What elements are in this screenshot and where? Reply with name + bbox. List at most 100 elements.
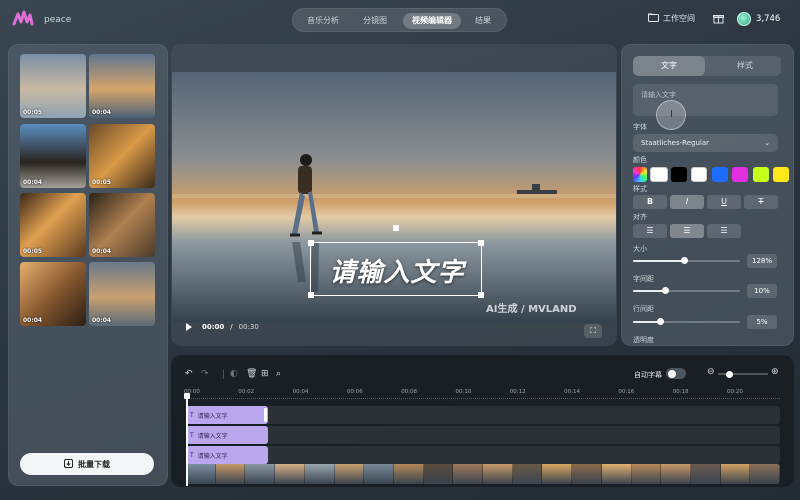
watermark: AI生成 / MVLAND	[486, 304, 577, 315]
rotate-handle[interactable]	[393, 225, 399, 231]
playhead-handle[interactable]	[184, 393, 190, 399]
clip-thumbnail[interactable]: 00:04	[89, 54, 155, 118]
batch-download-button[interactable]: 批量下载	[20, 453, 154, 475]
size-value[interactable]: 128%	[747, 254, 777, 268]
add-clip-icon[interactable]: ⊞	[261, 369, 269, 379]
tab-text[interactable]: 文字	[633, 56, 705, 76]
font-select[interactable]: Staatliches-Regular ⌄	[633, 134, 778, 152]
clip-thumbnail[interactable]: 00:04	[20, 262, 86, 326]
tab-storyboard[interactable]: 分镜图	[351, 13, 399, 29]
color-swatch[interactable]	[670, 167, 687, 182]
text-clip[interactable]: T 请输入文字	[186, 426, 268, 444]
app-name: peace	[44, 15, 72, 25]
resize-handle[interactable]	[308, 240, 314, 246]
color-swatch[interactable]	[752, 167, 769, 182]
zoom-out-icon[interactable]: ⊖	[707, 367, 715, 377]
align-right-button[interactable]: ☰	[707, 224, 741, 238]
clip-thumbnail[interactable]: 00:04	[89, 193, 155, 257]
fullscreen-icon[interactable]: ⛶	[584, 324, 602, 338]
color-picker-icon[interactable]	[633, 167, 647, 182]
tab-style[interactable]: 样式	[709, 56, 781, 76]
video-frame	[245, 464, 276, 484]
strikethrough-button[interactable]: T	[744, 195, 778, 209]
credits-display[interactable]: 3,746	[737, 12, 780, 26]
clip-trim-handle[interactable]	[264, 408, 267, 422]
timeline-tick: 00:16	[618, 389, 635, 395]
underline-button[interactable]: U	[707, 195, 741, 209]
clip-thumbnail[interactable]: 00:04	[89, 262, 155, 326]
size-slider[interactable]	[633, 257, 740, 264]
video-frame	[720, 464, 751, 484]
folder-icon	[648, 13, 659, 24]
app-logo-icon	[12, 10, 34, 30]
redo-icon[interactable]: ↷	[201, 369, 209, 379]
playhead[interactable]	[186, 396, 188, 486]
text-clip-icon: T	[190, 431, 194, 439]
align-left-button[interactable]: ☰	[633, 224, 667, 238]
video-frame	[542, 464, 573, 484]
main-nav: 音乐分析 分镜图 视频编辑器 结果	[292, 8, 507, 32]
bold-button[interactable]: B	[633, 195, 667, 209]
delete-icon[interactable]: 🗑	[246, 369, 257, 379]
text-cursor-icon: I	[670, 109, 673, 120]
text-overlay-box[interactable]: 请输入文字	[308, 225, 484, 298]
text-clip[interactable]: T 请输入文字	[186, 446, 268, 464]
undo-icon[interactable]: ↶	[185, 369, 193, 379]
resize-handle[interactable]	[478, 240, 484, 246]
video-preview[interactable]: 请输入文字 AI生成 / MVLAND	[172, 72, 616, 322]
text-clip[interactable]: T 请输入文字	[186, 406, 268, 424]
auto-caption-toggle[interactable]	[666, 368, 686, 379]
text-clip-label: 请输入文字	[197, 432, 228, 440]
play-icon[interactable]	[186, 323, 192, 331]
video-frame	[453, 464, 484, 484]
gift-icon[interactable]	[713, 13, 724, 27]
tab-result[interactable]: 结果	[463, 13, 503, 29]
tab-video-editor[interactable]: 视频编辑器	[403, 13, 461, 29]
clip-thumbnail[interactable]: 00:04	[20, 124, 86, 188]
color-swatch[interactable]	[691, 167, 707, 182]
coin-icon	[737, 12, 751, 26]
workspace-button[interactable]: 工作空间	[648, 13, 695, 24]
style-label: 样式	[633, 185, 647, 193]
clip-thumbnail[interactable]: 00:05	[20, 54, 86, 118]
clip-thumbnail[interactable]: 00:05	[20, 193, 86, 257]
zoom-in-icon[interactable]: ⊕	[771, 367, 779, 377]
color-swatch[interactable]	[650, 167, 668, 182]
font-value: Staatliches-Regular	[641, 139, 710, 147]
search-icon[interactable]: ⌕	[276, 369, 281, 379]
thumbnail-duration: 00:05	[23, 248, 43, 255]
resize-handle[interactable]	[478, 292, 484, 298]
size-label: 大小	[633, 245, 647, 253]
split-icon[interactable]: ◐	[230, 369, 238, 379]
video-track-filmstrip[interactable]	[186, 464, 780, 484]
color-swatch[interactable]	[732, 167, 748, 182]
align-center-button[interactable]: ☰	[670, 224, 704, 238]
color-swatch[interactable]	[711, 167, 728, 182]
line-spacing-label: 行间距	[633, 305, 654, 313]
workspace-label: 工作空间	[663, 14, 695, 23]
color-swatch[interactable]	[773, 167, 789, 182]
resize-handle[interactable]	[308, 292, 314, 298]
video-frame	[572, 464, 602, 484]
toolbar-divider	[223, 370, 224, 379]
video-frame	[393, 464, 424, 484]
thumbnail-duration: 00:05	[23, 109, 43, 116]
clip-thumbnail[interactable]: 00:05	[89, 124, 155, 188]
letter-spacing-value[interactable]: 10%	[747, 284, 777, 298]
text-clip-label: 请输入文字	[197, 452, 228, 460]
tab-music-analysis[interactable]: 音乐分析	[299, 13, 347, 29]
text-track: T 请输入文字	[186, 406, 780, 424]
timeline-tick: 00:02	[238, 389, 255, 395]
download-icon	[64, 458, 73, 470]
chevron-down-icon: ⌄	[764, 139, 770, 147]
text-clip-icon: T	[190, 451, 194, 459]
video-frame	[661, 464, 691, 484]
italic-button[interactable]: I	[670, 195, 704, 209]
timeline-tick: 00:08	[401, 389, 418, 395]
line-spacing-value[interactable]: 5%	[747, 315, 777, 329]
text-input[interactable]: 请输入文字	[633, 84, 778, 116]
line-spacing-slider[interactable]	[633, 318, 740, 325]
zoom-slider[interactable]	[718, 370, 768, 378]
credits-count: 3,746	[756, 14, 781, 24]
letter-spacing-slider[interactable]	[633, 287, 740, 294]
